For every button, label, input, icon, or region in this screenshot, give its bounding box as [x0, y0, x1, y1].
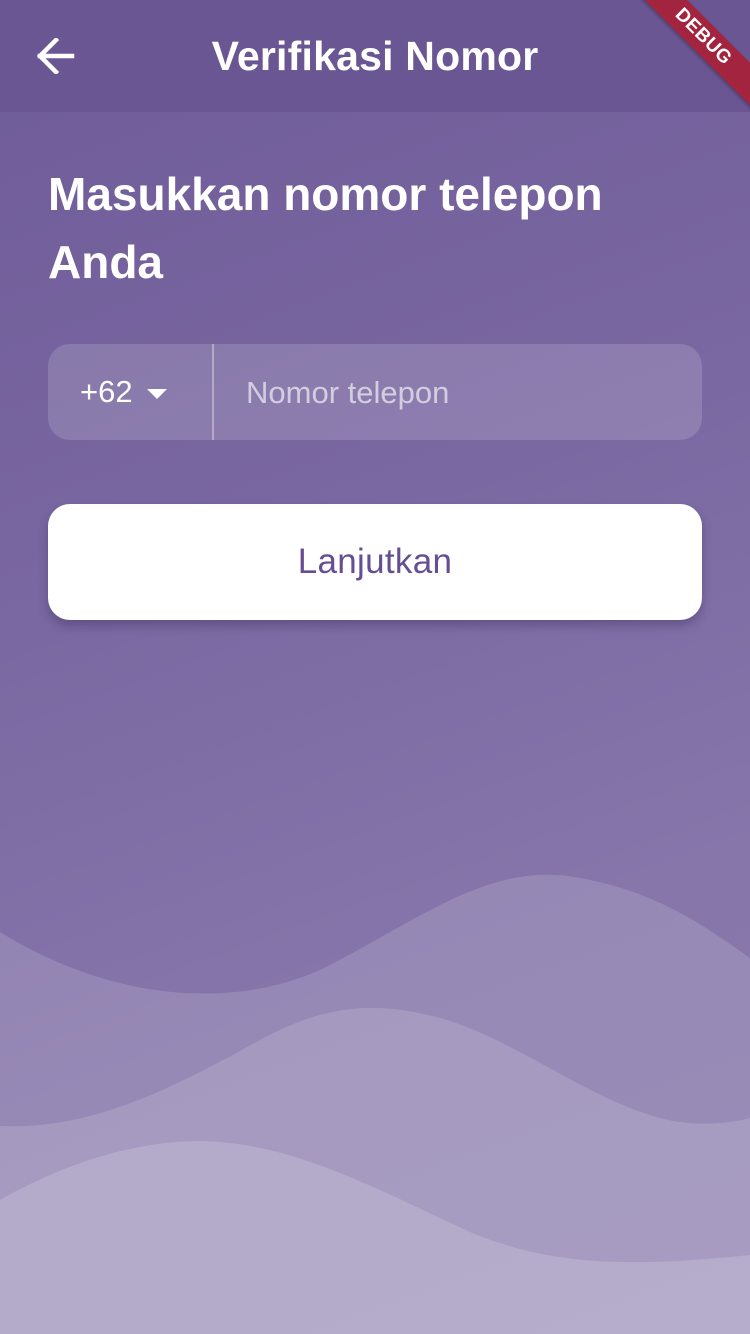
caret-down-icon [146, 389, 167, 399]
app-bar: Verifikasi Nomor [0, 0, 750, 112]
country-code-label: +62 [80, 374, 133, 409]
country-code-dropdown[interactable]: +62 [48, 344, 214, 440]
wave-decoration [0, 874, 750, 1334]
continue-button[interactable]: Lanjutkan [48, 504, 702, 620]
phone-number-input[interactable] [214, 344, 702, 440]
instruction-heading: Masukkan nomor telepon Anda [48, 168, 603, 288]
phone-number-field: +62 [48, 344, 702, 440]
page-title: Verifikasi Nomor [211, 33, 539, 79]
